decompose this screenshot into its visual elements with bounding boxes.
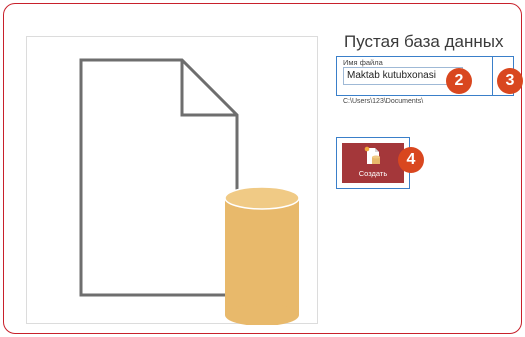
callout-badge-4: 4 <box>398 147 424 173</box>
callout-badge-2: 2 <box>446 68 472 94</box>
new-database-icon <box>364 146 380 164</box>
template-title: Пустая база данных <box>344 32 504 51</box>
file-name-input[interactable]: Maktab kutubxonasi <box>343 67 463 85</box>
create-button[interactable]: Создать <box>342 143 404 183</box>
blank-database-illustration <box>79 58 300 325</box>
callout-badge-3: 3 <box>497 68 523 94</box>
file-name-label: Имя файла <box>343 58 383 67</box>
template-preview <box>26 36 318 325</box>
file-path: C:\Users\123\Documents\ <box>343 98 424 105</box>
create-button-label: Создать <box>358 169 388 178</box>
